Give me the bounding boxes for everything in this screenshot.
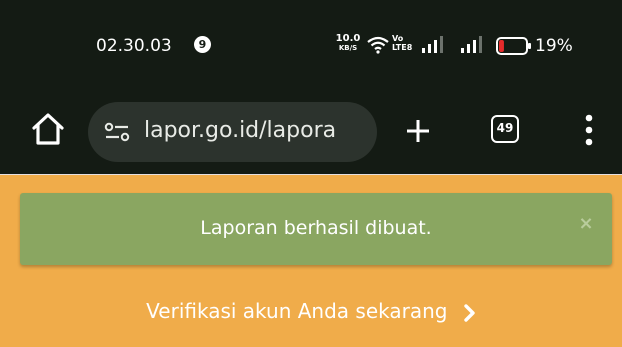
more-menu-icon[interactable] bbox=[584, 113, 594, 147]
page-content: Laporan berhasil dibuat. × Verifikasi ak… bbox=[0, 174, 622, 347]
network-speed: 10.0 KB/S bbox=[335, 34, 361, 53]
battery-fill bbox=[499, 40, 504, 52]
alert-message: Laporan berhasil dibuat. bbox=[200, 217, 432, 239]
network-speed-value: 10.0 bbox=[335, 33, 361, 44]
verify-account-link[interactable]: Verifikasi akun Anda sekarang bbox=[0, 299, 622, 323]
alert-close-button[interactable]: × bbox=[576, 213, 596, 237]
notification-badge: 9 bbox=[194, 36, 211, 53]
tab-switcher-button[interactable]: 49 bbox=[491, 115, 519, 143]
signal-icon-secondary bbox=[461, 36, 482, 53]
home-icon[interactable] bbox=[30, 112, 66, 146]
signal-icon bbox=[422, 36, 443, 53]
volte-icon: Vo LTE8 bbox=[392, 34, 413, 52]
battery-percent: 19% bbox=[535, 36, 573, 56]
new-tab-icon[interactable] bbox=[405, 118, 431, 144]
url-text: lapor.go.id/lapora bbox=[144, 118, 337, 143]
status-time: 02.30.03 bbox=[96, 36, 172, 56]
wifi-icon bbox=[367, 36, 389, 54]
verify-account-label: Verifikasi akun Anda sekarang bbox=[146, 299, 448, 323]
success-alert: Laporan berhasil dibuat. × bbox=[20, 193, 612, 265]
battery-icon bbox=[496, 37, 531, 55]
url-bar[interactable]: lapor.go.id/lapora bbox=[88, 102, 377, 162]
site-info-icon[interactable] bbox=[104, 122, 130, 142]
status-bar: 02.30.03 9 10.0 KB/S Vo LTE8 19% bbox=[0, 0, 622, 90]
network-speed-unit: KB/S bbox=[338, 44, 358, 52]
browser-toolbar: lapor.go.id/lapora 49 bbox=[0, 90, 622, 174]
chevron-right-icon bbox=[464, 303, 475, 322]
